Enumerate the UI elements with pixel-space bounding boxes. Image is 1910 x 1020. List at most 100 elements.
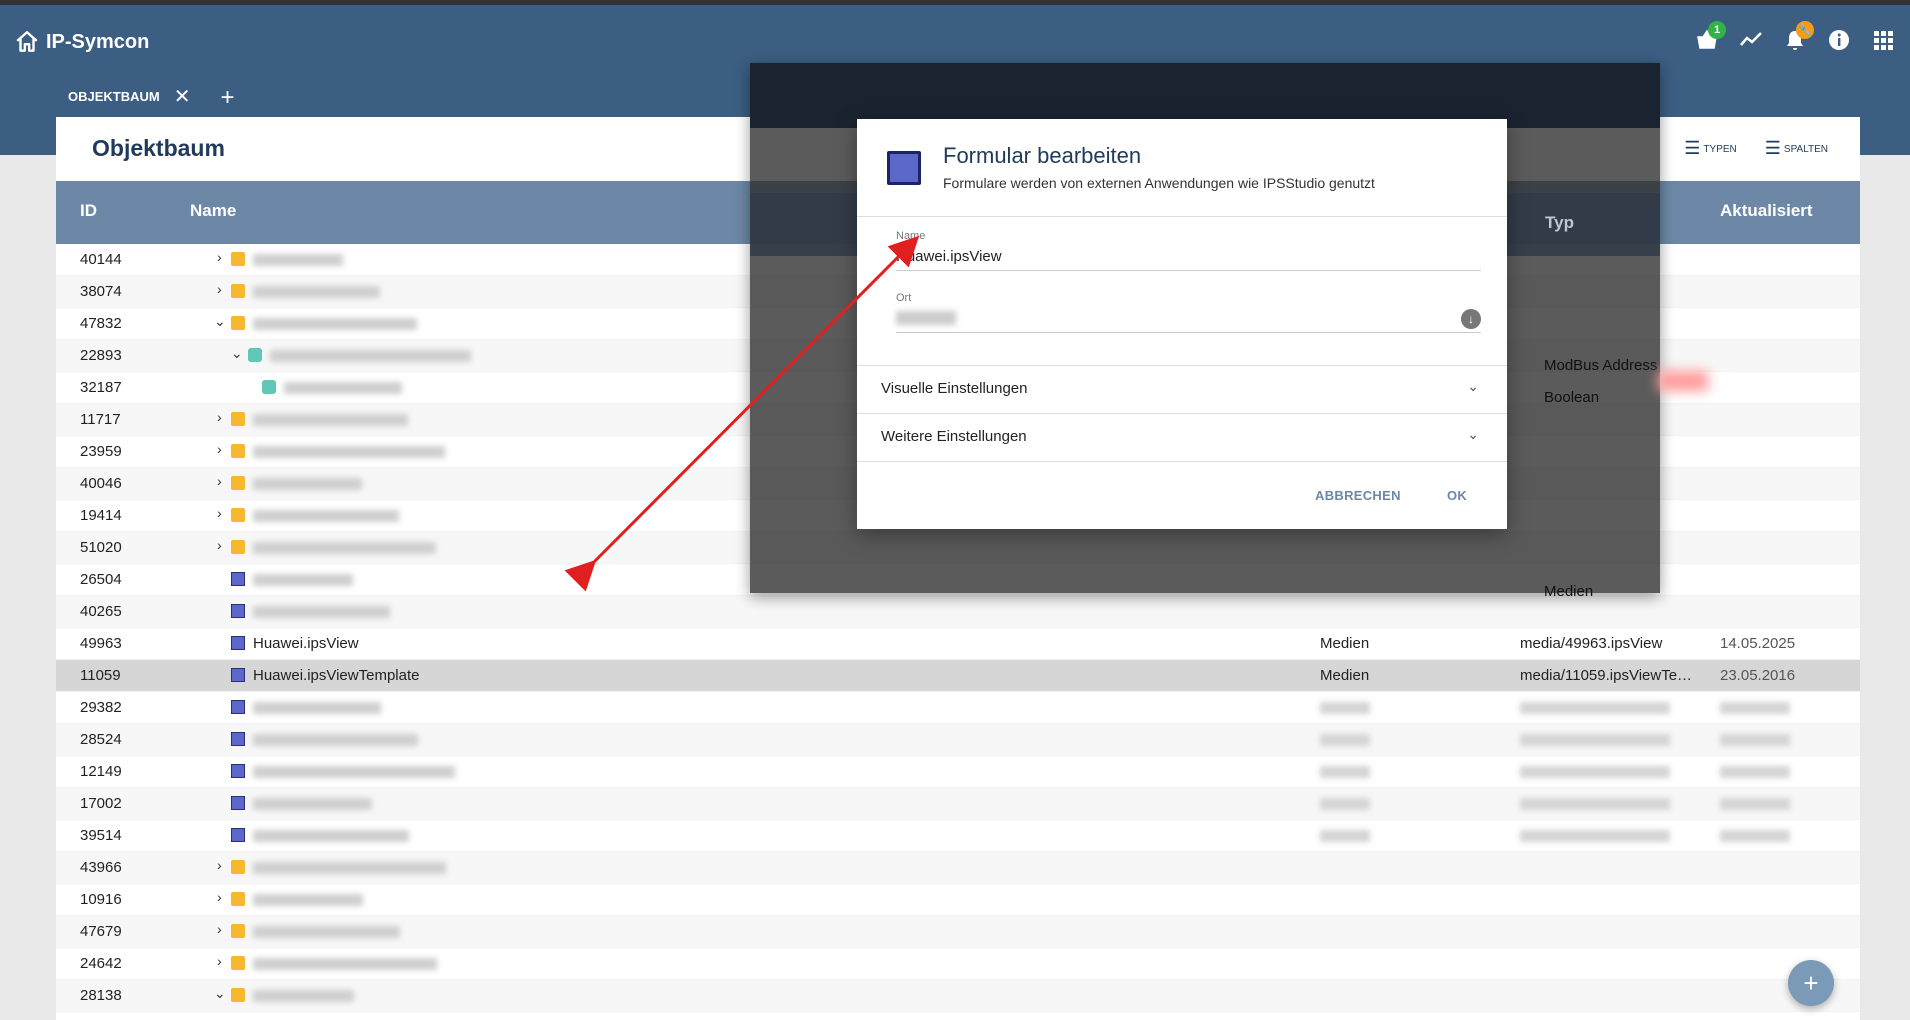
table-row[interactable]: 28138 ⌄: [56, 980, 1860, 1012]
columns-button[interactable]: ☰ SPALTEN: [1765, 139, 1828, 157]
row-date: [1720, 830, 1790, 842]
table-row[interactable]: 43966 ›: [56, 852, 1860, 884]
table-row[interactable]: 40265: [56, 596, 1860, 628]
table-row[interactable]: 47679 ›: [56, 916, 1860, 948]
folder-icon: [231, 508, 245, 522]
media-icon: [231, 764, 245, 778]
notifications-button[interactable]: 🔧: [1782, 21, 1814, 55]
table-row[interactable]: 10916 ›: [56, 884, 1860, 916]
table-row[interactable]: 12149: [56, 756, 1860, 788]
chevron-right-icon[interactable]: ›: [217, 409, 222, 425]
table-row[interactable]: 28524: [56, 724, 1860, 756]
media-icon: [231, 668, 245, 682]
row-type: [1320, 830, 1370, 842]
chevron-right-icon[interactable]: ›: [217, 473, 222, 489]
row-name: [253, 254, 343, 266]
row-path: media/49963.ipsView: [1520, 635, 1663, 652]
header-toolbar: 1 🔧: [1694, 21, 1896, 55]
apps-icon: [1874, 31, 1893, 50]
chevron-down-icon[interactable]: ⌄: [214, 985, 226, 1002]
table-row[interactable]: 29382: [56, 692, 1860, 724]
row-name: [253, 478, 362, 490]
column-header-id[interactable]: ID: [80, 201, 97, 221]
media-icon: [231, 572, 245, 586]
tab-label: OBJEKTBAUM: [68, 89, 160, 104]
add-tab-button[interactable]: +: [221, 84, 235, 112]
media-icon: [231, 700, 245, 714]
chevron-right-icon[interactable]: ›: [217, 505, 222, 521]
info-icon: [1829, 30, 1849, 50]
row-id: 28138: [80, 987, 122, 1004]
folder-icon: [231, 988, 245, 1002]
table-row[interactable]: 17002: [56, 788, 1860, 820]
folder-icon: [231, 316, 245, 330]
background-typ-header: Typ: [1545, 213, 1574, 232]
location-field-underline: [896, 332, 1481, 333]
name-field[interactable]: Huawei.ipsView: [896, 248, 1002, 265]
brand[interactable]: IP-Symcon: [14, 27, 149, 57]
row-name: [253, 798, 372, 810]
chevron-right-icon[interactable]: ›: [217, 441, 222, 457]
add-object-button[interactable]: +: [1788, 960, 1834, 1006]
name-field-underline: [896, 270, 1481, 271]
column-header-updated[interactable]: Aktualisiert: [1720, 201, 1813, 221]
row-name: [253, 542, 436, 554]
info-button[interactable]: [1826, 25, 1852, 55]
row-name: [284, 382, 402, 394]
types-button[interactable]: ☰ TYPEN: [1684, 139, 1736, 157]
chevron-right-icon[interactable]: ›: [217, 281, 222, 297]
more-settings-section[interactable]: Weitere Einstellungen ⌄: [857, 413, 1507, 461]
chevron-right-icon[interactable]: ›: [217, 537, 222, 553]
chevron-right-icon[interactable]: ›: [217, 921, 222, 937]
location-field[interactable]: [896, 311, 956, 325]
table-row[interactable]: 11059 Huawei.ipsViewTemplate Medien media/1…: [56, 660, 1860, 692]
row-id: 10916: [80, 891, 122, 908]
table-row[interactable]: 24642 ›: [56, 948, 1860, 980]
row-name: [253, 414, 408, 426]
row-id: 11717: [80, 411, 121, 428]
page-title: Objektbaum: [92, 135, 225, 161]
chevron-down-icon[interactable]: ⌄: [214, 313, 226, 330]
chevron-right-icon[interactable]: ›: [217, 953, 222, 969]
row-date: [1720, 798, 1790, 810]
basket-button[interactable]: 1: [1694, 21, 1726, 55]
chevron-right-icon[interactable]: ›: [217, 249, 222, 265]
chevron-down-icon: ⌄: [1467, 378, 1479, 394]
close-icon[interactable]: ✕: [174, 84, 191, 109]
table-row[interactable]: 39514: [56, 820, 1860, 852]
row-name: [253, 990, 354, 1002]
background-value: Boolean: [1544, 389, 1600, 406]
apps-button[interactable]: [1870, 25, 1896, 55]
background-value: Medien: [1544, 583, 1594, 600]
row-id: 26504: [80, 571, 122, 588]
brand-label: IP-Symcon: [46, 30, 150, 53]
location-picker-icon[interactable]: ↓: [1461, 309, 1481, 329]
table-row[interactable]: 49963 Huawei.ipsView Medien media/49963.ips…: [56, 628, 1860, 660]
cancel-button[interactable]: ABBRECHEN: [1315, 488, 1401, 503]
row-path: [1520, 734, 1670, 746]
folder-icon: [231, 892, 245, 906]
row-date: [1720, 734, 1790, 746]
tab-objektbaum[interactable]: OBJEKTBAUM ✕: [56, 75, 203, 121]
chevron-right-icon[interactable]: ›: [217, 889, 222, 905]
ok-button[interactable]: OK: [1447, 488, 1467, 503]
row-name: Huawei.ipsViewTemplate: [253, 667, 420, 684]
chart-button[interactable]: [1738, 25, 1764, 55]
row-date: [1720, 766, 1790, 778]
visual-settings-section[interactable]: Visuelle Einstellungen ⌄: [857, 365, 1507, 413]
folder-icon: [231, 284, 245, 298]
column-header-name[interactable]: Name: [190, 201, 236, 221]
row-id: 11059: [80, 667, 121, 684]
media-form-icon: [887, 151, 921, 185]
panel-tools: ☰ TYPEN ☰ SPALTEN: [1684, 139, 1828, 157]
chevron-right-icon[interactable]: ›: [217, 857, 222, 873]
row-name: [253, 318, 417, 330]
row-id: 19414: [80, 507, 122, 524]
folder-icon: [231, 540, 245, 554]
row-name: [253, 862, 446, 874]
location-field-label: Ort: [896, 292, 912, 304]
background-status-marker: [1658, 371, 1708, 391]
divider: [857, 216, 1507, 217]
row-id: 12149: [80, 763, 122, 780]
chevron-down-icon[interactable]: ⌄: [231, 345, 243, 362]
